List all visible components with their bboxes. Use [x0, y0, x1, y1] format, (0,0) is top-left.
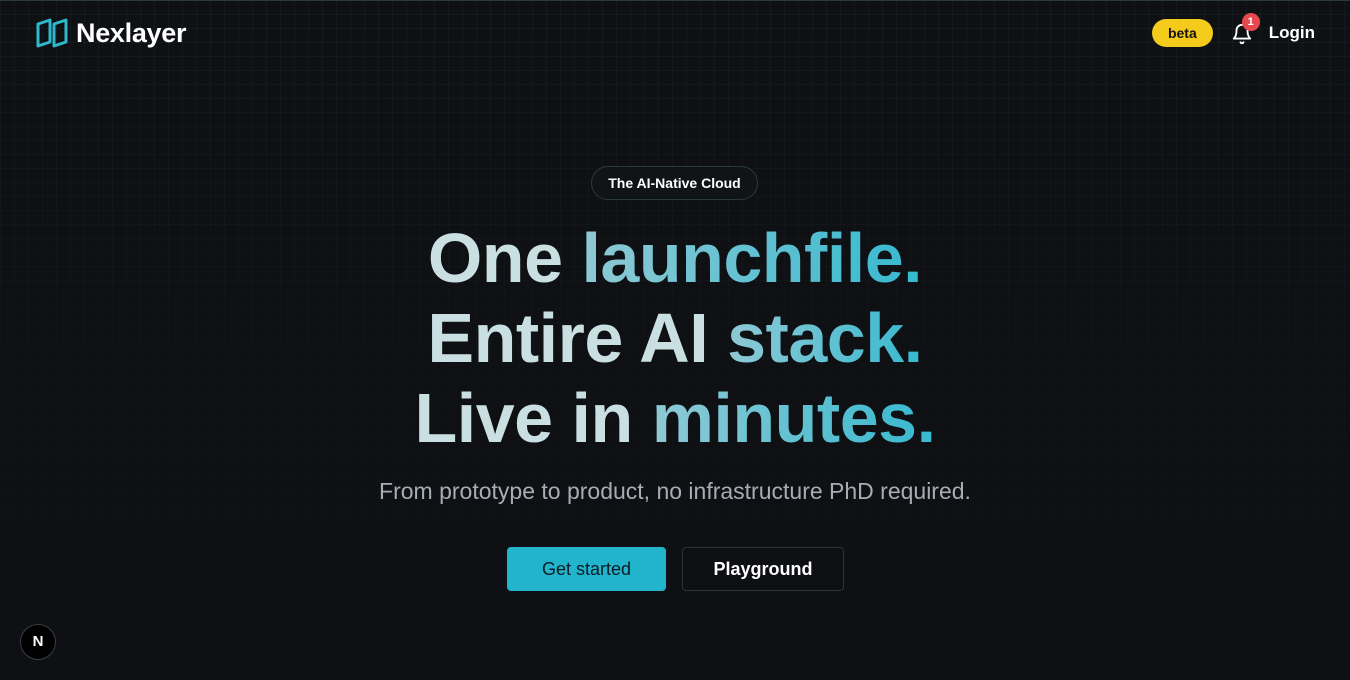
header-actions: beta 1 Login — [1151, 13, 1315, 48]
nextjs-devtools-icon[interactable]: N — [20, 624, 56, 660]
headline-word: AI — [639, 299, 709, 377]
brand-name: Nexlayer — [76, 17, 187, 48]
tagline-pill: The AI-Native Cloud — [591, 166, 758, 200]
headline-word: in — [571, 379, 634, 457]
beta-badge: beta — [1151, 19, 1213, 47]
headline-line-2: Entire AI stack. — [0, 298, 1350, 378]
headline-word: One — [427, 219, 563, 297]
hero-headline: One launchfile. Entire AI stack. Live in… — [0, 218, 1350, 458]
top-border — [0, 0, 1350, 1]
headline-line-1: One launchfile. — [0, 218, 1350, 298]
headline-word: launchfile. — [581, 219, 923, 297]
nexlayer-logo-icon — [36, 18, 68, 48]
headline-word: stack. — [727, 299, 923, 377]
headline-word: Entire — [427, 299, 623, 377]
hero-subheading: From prototype to product, no infrastruc… — [379, 478, 971, 504]
notifications-button[interactable]: 1 — [1231, 13, 1260, 45]
notification-count-badge: 1 — [1241, 13, 1260, 31]
headline-word: Live — [414, 379, 553, 457]
get-started-button[interactable]: Get started — [507, 547, 666, 591]
login-link[interactable]: Login — [1269, 23, 1315, 43]
logo-link[interactable]: Nexlayer — [36, 16, 187, 50]
headline-line-3: Live in minutes. — [0, 378, 1350, 458]
headline-word: minutes. — [651, 379, 936, 457]
playground-button[interactable]: Playground — [682, 547, 844, 591]
